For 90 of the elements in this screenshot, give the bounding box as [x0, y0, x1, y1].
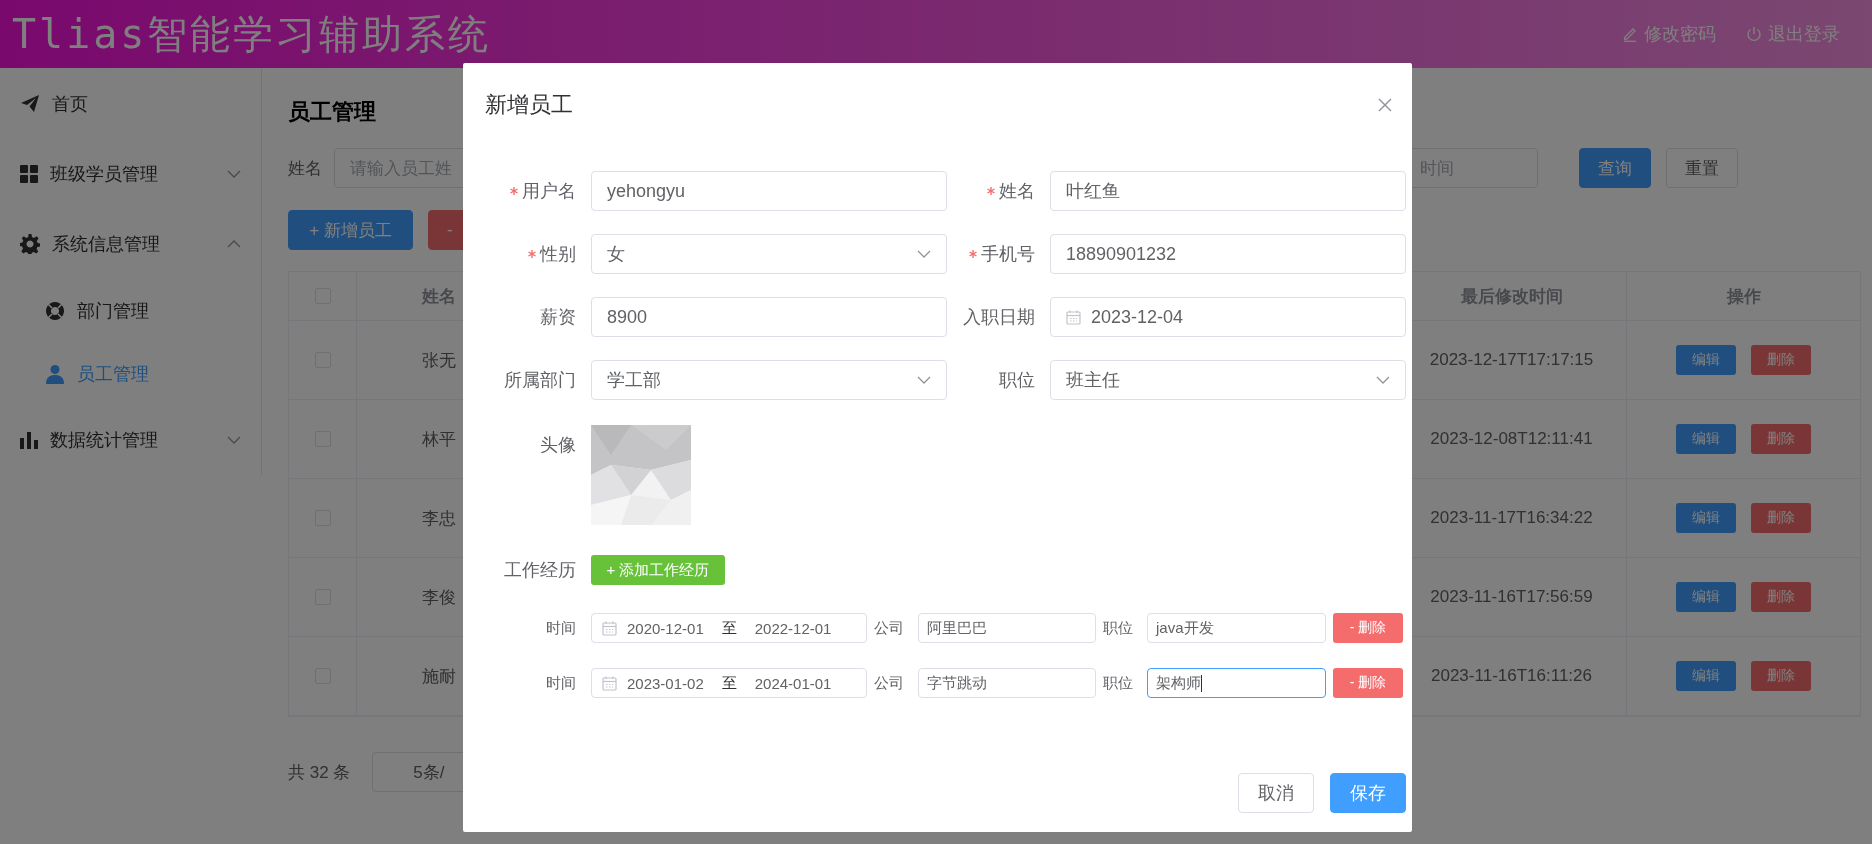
app-title: Tlias智能学习辅助系统 — [12, 9, 492, 59]
date-range-field[interactable]: 2020-12-01 至 2022-12-01 — [591, 613, 867, 643]
chevron-icon — [227, 240, 241, 248]
bar-chart-icon — [20, 431, 38, 449]
delete-button[interactable]: - 删除 — [1333, 613, 1403, 643]
field-label: 职位 — [1103, 618, 1133, 638]
field-label: 薪资 — [539, 306, 577, 329]
required-icon — [510, 187, 518, 195]
grid-icon — [20, 165, 38, 183]
field-label: 公司 — [874, 673, 904, 693]
gear-icon — [20, 234, 40, 254]
add-experience-button[interactable]: + 添加工作经历 — [591, 555, 725, 585]
close-icon[interactable] — [1378, 98, 1392, 112]
delete-button[interactable]: 删除 — [1751, 582, 1811, 612]
calendar-icon — [602, 620, 617, 636]
chevron-icon — [917, 250, 931, 258]
edit-button[interactable]: 编辑 — [1676, 345, 1736, 375]
table-cell: 2023-11-16T16:11:26 — [1431, 666, 1592, 686]
field-label: 姓名 — [288, 157, 322, 180]
field-label: 职位 — [998, 369, 1036, 392]
input-field[interactable]: 架构师 — [1147, 668, 1326, 698]
delete-button[interactable]: - 删除 — [1333, 668, 1403, 698]
field-label: 头像 — [539, 434, 577, 457]
table-cell-text: 施耐 — [421, 665, 456, 688]
dialog-button[interactable]: 保存 — [1330, 773, 1406, 813]
field-label: 姓名 — [947, 171, 1050, 211]
field-label: 时间 — [545, 673, 577, 693]
input-field[interactable]: 阿里巴巴 — [918, 613, 1096, 643]
delete-button[interactable]: 删除 — [1751, 661, 1811, 691]
menu-item[interactable]: 首页 — [0, 69, 261, 139]
chevron-icon — [227, 436, 241, 444]
chevron-icon — [1376, 376, 1390, 384]
page-title: 员工管理 — [288, 98, 376, 126]
table-cell-text: 张无 — [421, 349, 456, 372]
input-field[interactable]: java开发 — [1147, 613, 1326, 643]
field-label: 时间 — [545, 618, 577, 638]
chevron-icon — [227, 170, 241, 178]
date-range-field[interactable]: 2023-01-02 至 2024-01-01 — [591, 668, 867, 698]
field-label: 所属部门 — [503, 369, 577, 392]
delete-button[interactable]: 删除 — [1751, 345, 1811, 375]
calendar-icon — [602, 675, 617, 691]
input-field[interactable]: yehongyu — [591, 171, 947, 211]
person-icon — [45, 363, 65, 384]
select-field[interactable]: 学工部 — [591, 360, 947, 400]
input-field[interactable]: 字节跳动 — [918, 668, 1096, 698]
field-label: 职位 — [1103, 673, 1133, 693]
edit-button[interactable]: 编辑 — [1676, 424, 1736, 454]
field-label: 入职日期 — [962, 306, 1036, 329]
select-field[interactable]: 女 — [591, 234, 947, 274]
action-button[interactable]: + 新增员工 — [288, 210, 413, 250]
menu-item[interactable]: 数据统计管理 — [0, 405, 261, 475]
field-label: 工作经历 — [503, 559, 577, 582]
edit-button[interactable]: 编辑 — [1676, 582, 1736, 612]
table-cell: 2023-12-08T12:11:41 — [1430, 429, 1593, 449]
date-field[interactable]: 2023-12-04 — [1050, 297, 1406, 337]
edit-button[interactable]: 编辑 — [1676, 503, 1736, 533]
required-icon — [969, 250, 977, 258]
calendar-icon — [1066, 309, 1081, 325]
search-button[interactable]: 重置 — [1666, 148, 1738, 188]
pencil-icon — [1622, 26, 1638, 42]
submenu-item[interactable]: 员工管理 — [0, 342, 261, 405]
delete-button[interactable]: 删除 — [1751, 503, 1811, 533]
chevron-icon — [917, 376, 931, 384]
paper-plane-icon — [20, 94, 40, 114]
field-label: 公司 — [874, 618, 904, 638]
edit-button[interactable]: 编辑 — [1676, 661, 1736, 691]
table-cell-text: 林平 — [421, 428, 456, 451]
select-field[interactable]: 班主任 — [1050, 360, 1406, 400]
dialog-title: 新增员工 — [485, 91, 573, 119]
dialog-button[interactable]: 取消 — [1238, 773, 1314, 813]
power-icon — [1746, 26, 1762, 42]
table-cell-text: 李忠 — [421, 507, 456, 530]
input-field[interactable]: 8900 — [591, 297, 947, 337]
input-field[interactable]: 叶红鱼 — [1050, 171, 1406, 211]
submenu-item[interactable]: 部门管理 — [0, 279, 261, 342]
menu-item[interactable]: 班级学员管理 — [0, 139, 261, 209]
delete-button[interactable]: 删除 — [1751, 424, 1811, 454]
required-icon — [987, 187, 995, 195]
field-label: 性别 — [483, 234, 591, 274]
lifebuoy-icon — [45, 300, 65, 321]
input-field[interactable]: 18890901232 — [1050, 234, 1406, 274]
table-cell: 2023-11-16T17:56:59 — [1430, 587, 1593, 607]
required-icon — [528, 250, 536, 258]
menu-item[interactable]: 系统信息管理 — [0, 209, 261, 279]
search-button[interactable]: 查询 — [1579, 148, 1651, 188]
field-label: 手机号 — [947, 234, 1050, 274]
table-cell-text: 李俊 — [421, 586, 456, 609]
total-count: 共 32 条 — [288, 761, 351, 784]
table-cell: 2023-12-17T17:17:15 — [1429, 350, 1594, 370]
table-cell: 2023-11-17T16:34:22 — [1430, 508, 1593, 528]
